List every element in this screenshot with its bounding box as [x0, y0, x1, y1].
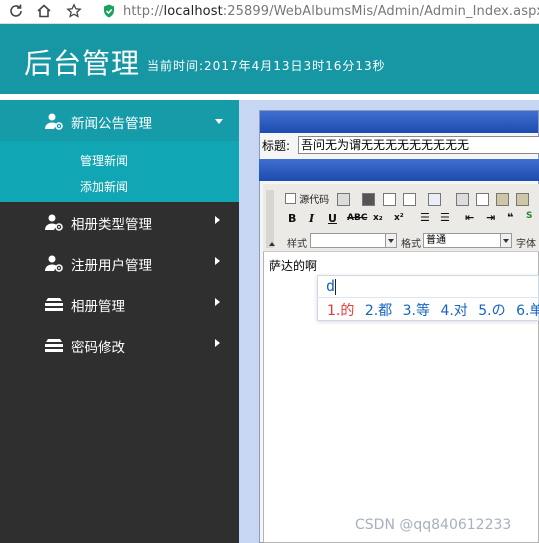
ime-candidate[interactable]: 4.对: [440, 303, 467, 319]
url-path: :25899/WebAlbumsMis/Admin/Admin_Index.as…: [222, 4, 539, 19]
bold-icon[interactable]: B: [288, 212, 296, 225]
source-label: 源代码: [299, 195, 330, 206]
sidebar-item-password[interactable]: 密码修改: [0, 324, 239, 365]
chevron-right-icon: [215, 298, 220, 306]
app-title: 后台管理: [24, 47, 141, 80]
sidebar-item-news[interactable]: 新闻公告管理: [0, 100, 239, 141]
secure-shield-icon[interactable]: [101, 3, 117, 19]
panel-title-bar: [260, 111, 538, 133]
stack-icon: [45, 298, 63, 311]
sidebar-item-label: 新闻公告管理: [71, 116, 152, 132]
sidebar-submenu: 管理新闻 添加新闻: [0, 141, 239, 202]
ime-composition: d: [326, 277, 336, 295]
submenu-add-news[interactable]: 添加新闻: [80, 178, 128, 195]
user-gear-icon: [45, 113, 63, 130]
ime-candidate[interactable]: 6.单: [516, 303, 539, 319]
copy-icon[interactable]: [476, 193, 489, 206]
chevron-right-icon: [215, 339, 220, 347]
sidebar-item-users[interactable]: 注册用户管理: [0, 242, 239, 283]
address-bar[interactable]: http://localhost:25899/WebAlbumsMis/Admi…: [123, 4, 539, 19]
chevron-right-icon: [215, 257, 220, 265]
format-select[interactable]: 普通: [423, 233, 512, 248]
save-icon[interactable]: [362, 193, 375, 206]
ime-candidate[interactable]: 5.の: [478, 303, 505, 319]
ime-candidate[interactable]: 2.都: [365, 303, 392, 319]
title-label: 标题:: [262, 139, 291, 153]
print-icon[interactable]: [428, 193, 441, 206]
paste-icon[interactable]: [496, 193, 509, 206]
cut-icon[interactable]: [456, 193, 469, 206]
chevron-down-icon: [500, 234, 511, 247]
numbered-list-icon[interactable]: ☰: [420, 211, 430, 224]
outdent-icon[interactable]: ⇤: [465, 211, 474, 224]
font-label: 字体: [516, 239, 536, 250]
bookmark-star-icon[interactable]: [66, 3, 82, 19]
text-caret: [335, 279, 336, 295]
italic-icon[interactable]: I: [309, 212, 314, 225]
editor-content[interactable]: 萨达的啊: [269, 257, 317, 274]
url-host: localhost: [163, 4, 223, 19]
sidebar-item-label: 相册管理: [71, 299, 125, 315]
underline-icon[interactable]: U: [328, 212, 337, 225]
paste-text-icon[interactable]: [516, 193, 529, 206]
title-input[interactable]: 吾问无为谓无无无无无无无无无: [298, 136, 539, 154]
sidebar-item-label: 相册类型管理: [71, 217, 152, 233]
strikethrough-icon[interactable]: ABC: [347, 213, 367, 223]
ime-divider: [317, 297, 539, 298]
format-label: 格式: [401, 239, 421, 250]
div-container-icon[interactable]: S: [526, 211, 532, 221]
sidebar-item-albums[interactable]: 相册管理: [0, 283, 239, 324]
source-icon: [285, 193, 296, 204]
app-header: 后台管理 当前时间:2017年4月13日3时16分13秒: [0, 24, 539, 94]
sidebar-item-label: 密码修改: [71, 340, 125, 356]
source-button[interactable]: 源代码: [285, 191, 329, 207]
url-scheme: http://: [123, 4, 164, 19]
sidebar-item-album-types[interactable]: 相册类型管理: [0, 201, 239, 242]
collapse-toolbar-icon[interactable]: [269, 242, 275, 246]
browser-toolbar: http://localhost:25899/WebAlbumsMis/Admi…: [0, 0, 539, 24]
style-select[interactable]: [310, 233, 397, 248]
preview-icon[interactable]: [403, 193, 416, 206]
toolbar-collapse-handle[interactable]: [266, 190, 274, 248]
superscript-icon[interactable]: x²: [394, 213, 404, 223]
chevron-down-icon: [215, 119, 223, 124]
user-gear-icon: [45, 255, 63, 272]
subscript-icon[interactable]: x₂: [373, 213, 383, 223]
style-label: 样式: [287, 239, 307, 250]
ime-candidate-list: 1.的 2.都 3.等 4.对 5.の 6.单: [327, 300, 539, 320]
sidebar-item-label: 注册用户管理: [71, 258, 152, 274]
template-icon[interactable]: [337, 193, 350, 206]
submenu-manage-news[interactable]: 管理新闻: [80, 152, 128, 169]
stack-icon: [45, 339, 63, 352]
editor-header-bar: [259, 159, 539, 181]
home-icon[interactable]: [36, 3, 52, 19]
bulleted-list-icon[interactable]: ☰: [440, 211, 450, 224]
reload-icon[interactable]: [8, 3, 24, 19]
watermark: CSDN @qq840612233: [355, 517, 512, 533]
format-value: 普通: [426, 235, 446, 246]
blockquote-icon[interactable]: ❝: [507, 211, 513, 224]
indent-icon[interactable]: ⇥: [486, 211, 495, 224]
ime-candidate[interactable]: 1.的: [327, 303, 354, 319]
ime-candidate[interactable]: 3.等: [403, 303, 430, 319]
current-time: 当前时间:2017年4月13日3时16分13秒: [147, 59, 386, 73]
new-page-icon[interactable]: [383, 193, 396, 206]
user-gear-icon: [45, 214, 63, 231]
chevron-right-icon: [215, 216, 220, 224]
chevron-down-icon: [385, 234, 396, 247]
